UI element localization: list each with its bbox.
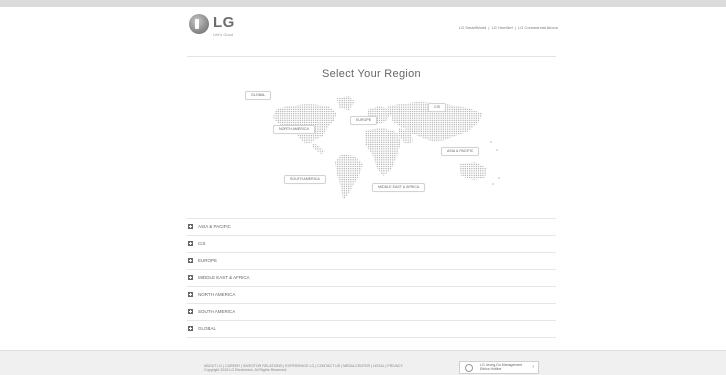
expand-icon xyxy=(188,258,193,263)
world-map: GLOBAL CIS EUROPE NORTH AMERICA ASIA & P… xyxy=(187,84,556,206)
expand-icon xyxy=(188,224,193,229)
expand-icon xyxy=(188,275,193,280)
list-item-label: GLOBAL xyxy=(198,326,217,331)
footer-text: ABOUT LG | CAREER | INVESTOR RELATIONS |… xyxy=(204,364,403,372)
logo-tagline: Life's Good xyxy=(213,32,234,37)
ethics-hotline-button[interactable]: LG Jeong-Do Management Ethics Hotline › xyxy=(459,361,539,374)
top-links: LG SmartWorld | LG HomNet | LG Commercia… xyxy=(440,25,558,30)
list-item-label: MIDDLE EAST & AFRICA xyxy=(198,275,250,280)
list-item-asia-pacific[interactable]: ASIA & PACIFIC xyxy=(187,218,556,235)
lg-logo-icon xyxy=(189,14,209,34)
list-item-label: EUROPE xyxy=(198,258,218,263)
region-list: ASIA & PACIFIC CIS EUROPE MIDDLE EAST & … xyxy=(187,218,556,338)
map-label-global[interactable]: GLOBAL xyxy=(245,91,272,100)
browser-top-strip xyxy=(0,0,726,7)
ethics-subtitle: Ethics Hotline xyxy=(480,367,502,371)
map-label-asia-pacific[interactable]: ASIA & PACIFIC xyxy=(441,147,480,156)
map-label-middle-east-africa[interactable]: MIDDLE EAST & AFRICA xyxy=(372,183,426,192)
expand-icon xyxy=(188,292,193,297)
link-separator: | xyxy=(514,25,516,30)
map-label-europe[interactable]: EUROPE xyxy=(350,116,378,125)
list-item-global[interactable]: GLOBAL xyxy=(187,320,556,338)
list-item-label: NORTH AMERICA xyxy=(198,292,236,297)
expand-icon xyxy=(188,309,193,314)
list-item-middle-east-africa[interactable]: MIDDLE EAST & AFRICA xyxy=(187,269,556,286)
link-separator: | xyxy=(488,25,490,30)
header-divider xyxy=(187,56,556,57)
list-item-south-america[interactable]: SOUTH AMERICA xyxy=(187,303,556,320)
map-label-south-america[interactable]: SOUTH AMERICA xyxy=(284,175,326,184)
ethics-icon xyxy=(465,364,473,372)
list-item-label: CIS xyxy=(198,241,206,246)
list-item-north-america[interactable]: NORTH AMERICA xyxy=(187,286,556,303)
top-link-smartworld[interactable]: LG SmartWorld xyxy=(459,25,487,30)
expand-icon xyxy=(188,241,193,246)
page-title: Select Your Region xyxy=(322,68,421,80)
top-link-commercial-aircon[interactable]: LG Commercial Aircon xyxy=(518,25,558,30)
chevron-right-icon: › xyxy=(532,364,534,370)
copyright: Copyright 2015 LG Electronics. All Right… xyxy=(204,368,288,372)
list-item-europe[interactable]: EUROPE xyxy=(187,252,556,269)
top-link-homnet[interactable]: LG HomNet xyxy=(492,25,513,30)
logo-text: LG xyxy=(213,14,235,31)
map-label-north-america[interactable]: NORTH AMERICA xyxy=(273,125,315,134)
list-item-label: ASIA & PACIFIC xyxy=(198,224,231,229)
list-item-cis[interactable]: CIS xyxy=(187,235,556,252)
expand-icon xyxy=(188,326,193,331)
map-label-cis[interactable]: CIS xyxy=(428,103,446,112)
list-item-label: SOUTH AMERICA xyxy=(198,309,236,314)
lg-logo[interactable]: LG Life's Good xyxy=(189,14,259,40)
